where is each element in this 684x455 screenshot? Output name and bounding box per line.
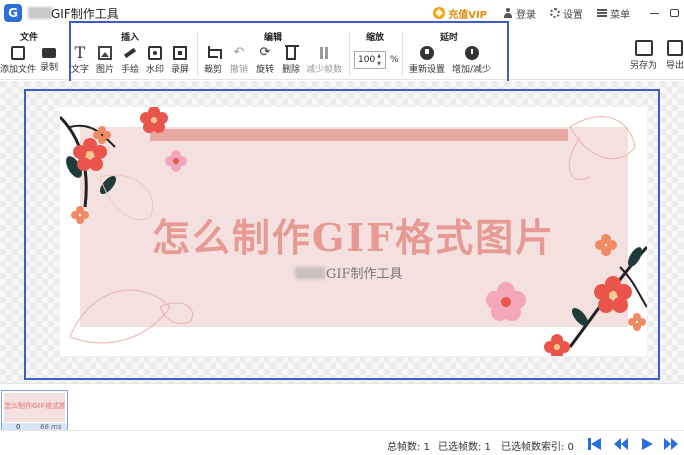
selected-frame-index: 已选帧数索引: 0 bbox=[501, 442, 574, 453]
settings-button[interactable]: 设置 bbox=[550, 6, 583, 21]
settings-label: 设置 bbox=[563, 9, 583, 21]
export-label: 导出 bbox=[666, 61, 684, 71]
total-frames: 总帧数: 1 bbox=[387, 442, 430, 453]
minimize-button[interactable] bbox=[644, 0, 664, 26]
maximize-button[interactable] bbox=[664, 0, 684, 26]
app-title: GIF制作工具 bbox=[51, 7, 119, 21]
vip-label: 充值VIP bbox=[448, 9, 487, 21]
user-icon bbox=[503, 8, 513, 18]
camera-icon bbox=[42, 48, 56, 58]
menu-button[interactable]: 菜单 bbox=[597, 6, 630, 21]
menu-icon bbox=[597, 9, 607, 17]
selected-frames: 已选帧数: 1 bbox=[438, 442, 491, 453]
add-file-button[interactable]: 添加文件 bbox=[0, 46, 36, 75]
minimize-icon bbox=[649, 12, 659, 14]
crown-icon bbox=[433, 7, 446, 19]
group-title-file: 文件 bbox=[20, 33, 39, 43]
first-frame-icon[interactable] bbox=[588, 437, 602, 451]
title-blurred-text bbox=[28, 7, 52, 19]
vip-button[interactable]: 充值VIP bbox=[433, 6, 487, 21]
save-as-label: 另存为 bbox=[630, 61, 658, 71]
file-icon bbox=[11, 46, 25, 60]
next-frame-icon[interactable] bbox=[664, 437, 678, 451]
record-label: 录制 bbox=[40, 63, 59, 73]
lily-outline bbox=[69, 289, 171, 344]
save-as-icon bbox=[634, 40, 653, 56]
login-label: 登录 bbox=[516, 9, 536, 21]
frame-thumbnail[interactable]: 怎么制作GIF格式图片 0 66 ms bbox=[1, 390, 68, 432]
toolbar-highlight-box bbox=[69, 21, 509, 83]
login-button[interactable]: 登录 bbox=[503, 6, 536, 21]
previous-frame-icon[interactable] bbox=[614, 437, 628, 451]
gif-subtitle: GIF制作工具 bbox=[326, 267, 403, 282]
gear-icon bbox=[550, 8, 560, 18]
status-bar: 总帧数: 1 已选帧数: 1 已选帧数索引: 0 bbox=[0, 430, 684, 455]
export-button[interactable]: 导出 bbox=[666, 40, 684, 71]
export-icon bbox=[667, 40, 683, 56]
subtitle-blurred-text bbox=[295, 267, 325, 279]
menu-label: 菜单 bbox=[610, 9, 630, 21]
app-logo: G bbox=[4, 4, 22, 22]
frame-thumbnail-image: 怎么制作GIF格式图片 bbox=[4, 393, 65, 422]
add-file-label: 添加文件 bbox=[0, 65, 37, 75]
record-button[interactable]: 录制 bbox=[40, 46, 58, 73]
maximize-icon bbox=[669, 9, 679, 17]
frame-strip: 怎么制作GIF格式图片 0 66 ms bbox=[0, 383, 684, 432]
gif-preview[interactable]: 怎么制作GIF格式图片 GIF制作工具 bbox=[60, 107, 647, 356]
save-as-button[interactable]: 另存为 bbox=[630, 40, 657, 71]
gif-headline: 怎么制作GIF格式图片 bbox=[151, 215, 556, 260]
frame-thumbnail-text: 怎么制作GIF格式图片 bbox=[4, 402, 65, 410]
play-icon[interactable] bbox=[640, 437, 654, 451]
